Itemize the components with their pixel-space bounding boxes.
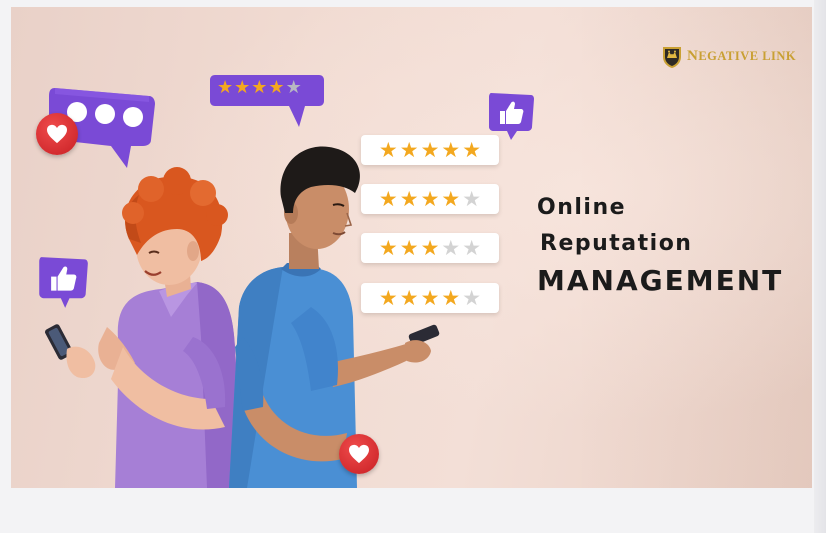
rating-card: ★ ★ ★ ★ ★ — [361, 233, 499, 263]
woman-figure — [45, 167, 243, 488]
star-filled-icon: ★ — [420, 186, 440, 211]
star-filled-icon: ★ — [399, 186, 419, 211]
star-filled-icon: ★ — [399, 235, 419, 260]
scrollbar-track[interactable] — [814, 0, 826, 533]
star-filled-icon: ★ — [378, 137, 398, 162]
star-filled-icon: ★ — [441, 137, 461, 162]
rating-card: ★ ★ ★ ★ ★ — [361, 135, 499, 165]
star-filled-icon: ★ — [399, 137, 419, 162]
star-filled-icon: ★ — [420, 235, 440, 260]
crown-shield-icon — [663, 47, 681, 68]
star-filled-icon: ★ — [378, 285, 398, 310]
star-empty-icon: ★ — [462, 285, 482, 310]
headline-line-2: Reputation — [540, 231, 693, 256]
headline-line-3: MANAGEMENT — [537, 264, 784, 297]
star-filled-icon: ★ — [399, 285, 419, 310]
star-filled-icon: ★ — [378, 235, 398, 260]
star-rating-bubble-icon: ★ ★ ★ ★ ★ — [209, 73, 325, 131]
star-filled-icon: ★ — [217, 77, 234, 98]
headline: Online Reputation MANAGEMENT — [537, 193, 783, 299]
star-empty-icon: ★ — [462, 235, 482, 260]
star-filled-icon: ★ — [251, 77, 268, 98]
star-filled-icon: ★ — [441, 285, 461, 310]
star-filled-icon: ★ — [420, 137, 440, 162]
heart-icon — [36, 113, 78, 155]
heart-icon — [339, 434, 379, 474]
headline-line-1: Online — [537, 195, 627, 220]
star-empty-icon: ★ — [441, 235, 461, 260]
thumbs-up-icon — [39, 257, 88, 308]
bubble-stars-row: ★ ★ ★ ★ ★ — [217, 78, 302, 98]
star-empty-icon: ★ — [285, 77, 302, 98]
star-filled-icon: ★ — [378, 186, 398, 211]
star-filled-icon: ★ — [420, 285, 440, 310]
star-filled-icon: ★ — [462, 137, 482, 162]
rating-card: ★ ★ ★ ★ ★ — [361, 184, 499, 214]
page: ★ ★ ★ ★ ★ ★ ★ ★ ★ ★ ★ ★ ★ ★ ★ ★ ★ ★ ★ ★ ★ ★ ★ ★ ★ — [0, 0, 826, 533]
brand-logo-text: Negative Link — [687, 47, 797, 64]
star-filled-icon: ★ — [234, 77, 251, 98]
rating-card: ★ ★ ★ ★ ★ — [361, 283, 499, 313]
thumbs-up-icon — [489, 93, 534, 140]
reputation-banner-image: ★ ★ ★ ★ ★ ★ ★ ★ ★ ★ ★ ★ ★ ★ ★ ★ ★ ★ ★ ★ ★ ★ ★ ★ ★ — [11, 7, 812, 488]
star-filled-icon: ★ — [268, 77, 285, 98]
star-empty-icon: ★ — [462, 186, 482, 211]
brand-logo: Negative Link — [661, 43, 796, 69]
star-filled-icon: ★ — [441, 186, 461, 211]
